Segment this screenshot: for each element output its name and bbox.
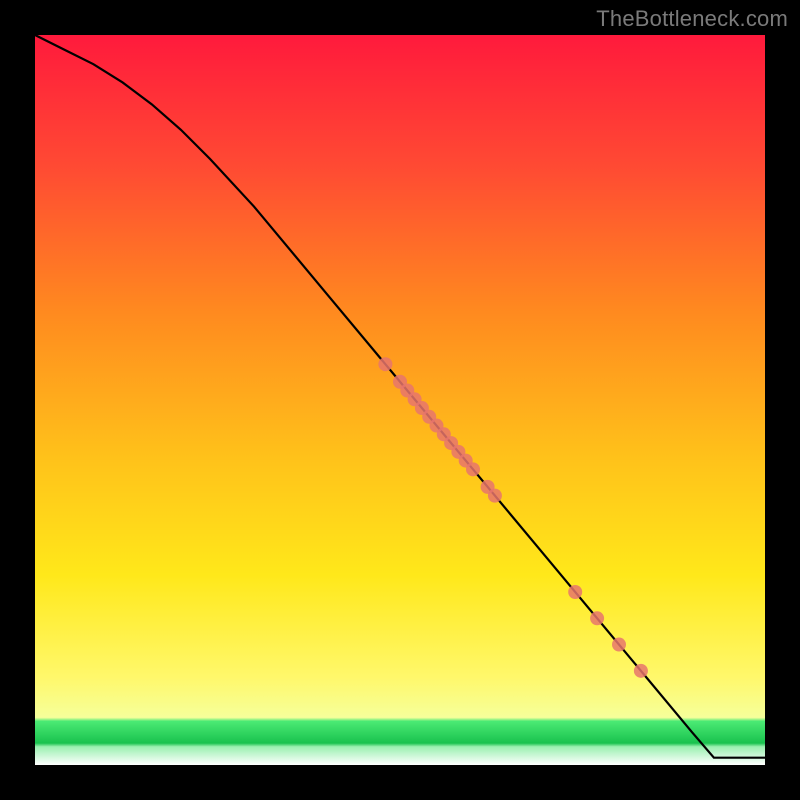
scatter-point: [378, 357, 392, 371]
scatter-point: [590, 611, 604, 625]
scatter-point: [488, 489, 502, 503]
watermark-text: TheBottleneck.com: [596, 6, 788, 32]
chart-plot-area: [35, 35, 765, 765]
scatter-point: [466, 462, 480, 476]
scatter-point: [568, 585, 582, 599]
scatter-point: [634, 664, 648, 678]
chart-frame: { "watermark": "TheBottleneck.com", "cha…: [0, 0, 800, 800]
scatter-point: [612, 638, 626, 652]
gradient-background: [35, 35, 765, 765]
chart-svg: [35, 35, 765, 765]
